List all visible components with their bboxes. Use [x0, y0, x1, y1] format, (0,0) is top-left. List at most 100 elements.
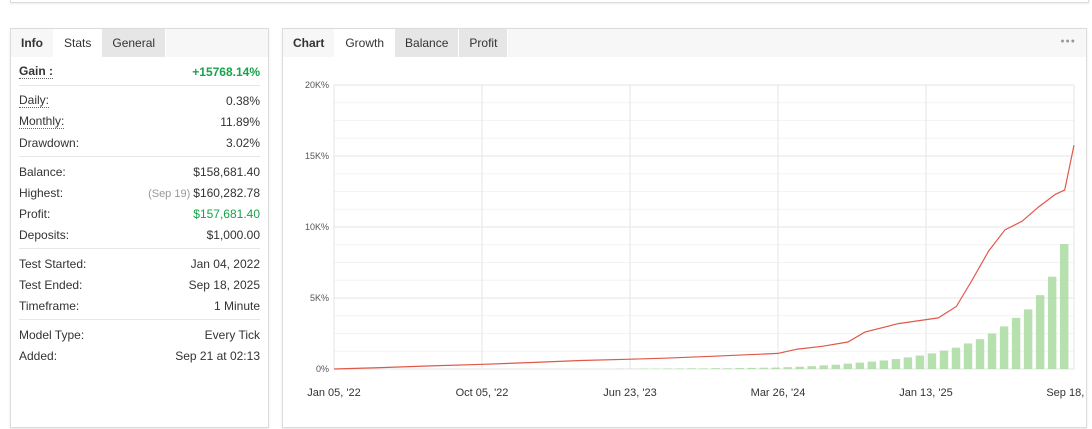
monthly-label[interactable]: Monthly:	[19, 114, 65, 129]
test-started-row: Test Started: Jan 04, 2022	[19, 253, 260, 274]
tab-balance[interactable]: Balance	[395, 29, 460, 57]
profit-value: $157,681.40	[193, 206, 260, 221]
timeframe-row: Timeframe: 1 Minute	[19, 295, 260, 316]
activity-bar	[891, 359, 901, 369]
stats-tabs: Info Stats General	[11, 29, 268, 57]
activity-bar	[1035, 295, 1045, 369]
activity-bar	[939, 350, 949, 369]
y-tick-label: 5K%	[310, 293, 329, 303]
profit-label: Profit:	[19, 206, 51, 221]
activity-bar	[1059, 244, 1069, 369]
timeframe-label: Timeframe:	[19, 298, 80, 313]
activity-bar	[855, 362, 865, 369]
activity-bar	[867, 361, 877, 369]
deposits-value: $1,000.00	[206, 227, 260, 242]
added-label: Added:	[19, 348, 58, 363]
y-tick-label: 15K%	[305, 151, 329, 161]
activity-bar	[987, 333, 997, 369]
model-type-label: Model Type:	[19, 327, 85, 342]
chart-tabs: Chart Growth Balance Profit ●●●	[283, 29, 1086, 57]
activity-bar	[903, 357, 913, 369]
gain-value: +15768.14%	[192, 64, 260, 79]
activity-bar	[915, 355, 925, 369]
activity-bar	[975, 339, 985, 369]
highest-label: Highest:	[19, 185, 64, 200]
x-tick-label: Oct 05, '22	[456, 387, 509, 399]
highest-date-note: (Sep 19)	[148, 187, 191, 200]
activity-bar	[723, 368, 732, 369]
divider	[19, 85, 260, 86]
test-started-value: Jan 04, 2022	[190, 256, 260, 271]
deposits-label: Deposits:	[19, 227, 70, 242]
highest-value: $160,282.78	[193, 185, 260, 200]
tab-stats[interactable]: Stats	[54, 29, 103, 57]
activity-bar	[927, 353, 937, 369]
activity-bar	[687, 368, 696, 369]
drawdown-value: 3.02%	[225, 135, 260, 150]
highest-row: Highest: (Sep 19) $160,282.78	[19, 182, 260, 203]
model-type-row: Model Type: Every Tick	[19, 324, 260, 345]
test-started-label: Test Started:	[19, 256, 87, 271]
activity-bar	[879, 360, 889, 369]
chart-panel: Chart Growth Balance Profit ●●● 0% 5K% 10K…	[282, 28, 1087, 428]
x-tick-label: Jan 13, '25	[899, 387, 952, 399]
highest-value-wrap: (Sep 19) $160,282.78	[148, 186, 260, 200]
deposits-row: Deposits: $1,000.00	[19, 224, 260, 245]
activity-bar	[963, 343, 973, 369]
x-tick-label: Jan 05, '22	[307, 387, 360, 399]
activity-bar	[759, 367, 768, 369]
drawdown-label: Drawdown:	[19, 135, 80, 150]
activity-bar	[699, 368, 708, 369]
monthly-row: Monthly: 11.89%	[19, 111, 260, 132]
activity-bar	[735, 368, 744, 369]
tab-general[interactable]: General	[102, 29, 167, 57]
activity-bar	[747, 367, 756, 369]
daily-row: Daily: 0.38%	[19, 90, 260, 111]
daily-label[interactable]: Daily:	[19, 93, 50, 108]
activity-bar	[1023, 309, 1033, 369]
drawdown-row: Drawdown: 3.02%	[19, 132, 260, 153]
balance-value: $158,681.40	[193, 164, 260, 179]
x-tick-label: Mar 26, '24	[751, 387, 806, 399]
divider	[19, 248, 260, 249]
daily-value: 0.38%	[225, 93, 260, 108]
divider	[19, 156, 260, 157]
gain-label[interactable]: Gain :	[19, 64, 54, 79]
x-tick-label: Jun 23, '23	[603, 387, 656, 399]
y-tick-label: 20K%	[305, 80, 329, 90]
x-tick-label: Sep 18, '25	[1046, 387, 1086, 399]
tab-info[interactable]: Info	[11, 29, 54, 57]
activity-bar	[1011, 317, 1021, 369]
activity-bar	[831, 364, 840, 369]
balance-row: Balance: $158,681.40	[19, 161, 260, 182]
activity-bar	[819, 365, 828, 369]
activity-bar	[663, 368, 672, 369]
activity-bar	[951, 347, 961, 369]
tab-chart[interactable]: Chart	[283, 29, 336, 57]
more-dots-icon[interactable]: ●●●	[1060, 35, 1076, 49]
test-ended-label: Test Ended:	[19, 277, 83, 292]
balance-label: Balance:	[19, 164, 66, 179]
tab-growth[interactable]: Growth	[335, 29, 396, 57]
stats-rows: Gain : +15768.14% Daily: 0.38% Monthly: …	[11, 57, 268, 366]
activity-bar	[783, 367, 792, 369]
activity-bar	[999, 326, 1009, 369]
activity-bar	[771, 367, 780, 369]
activity-bar	[843, 363, 853, 369]
test-ended-row: Test Ended: Sep 18, 2025	[19, 274, 260, 295]
growth-chart: 0% 5K% 10K% 15K% 20K% Jan 05, '22 Oct 05, '22 J…	[305, 80, 1086, 399]
added-row: Added: Sep 21 at 02:13	[19, 345, 260, 366]
monthly-value: 11.89%	[220, 114, 260, 129]
activity-bar	[807, 366, 816, 369]
profit-row: Profit: $157,681.40	[19, 203, 260, 224]
model-type-value: Every Tick	[204, 327, 260, 342]
y-tick-label: 0%	[316, 364, 329, 374]
gain-row: Gain : +15768.14%	[19, 61, 260, 82]
activity-bar	[1047, 276, 1057, 369]
added-value: Sep 21 at 02:13	[175, 348, 260, 363]
test-ended-value: Sep 18, 2025	[188, 277, 260, 292]
tab-profit[interactable]: Profit	[459, 29, 509, 57]
y-tick-label: 10K%	[305, 222, 329, 232]
stats-panel: Info Stats General Gain : +15768.14% Dai…	[10, 28, 269, 428]
activity-bar	[795, 366, 804, 369]
